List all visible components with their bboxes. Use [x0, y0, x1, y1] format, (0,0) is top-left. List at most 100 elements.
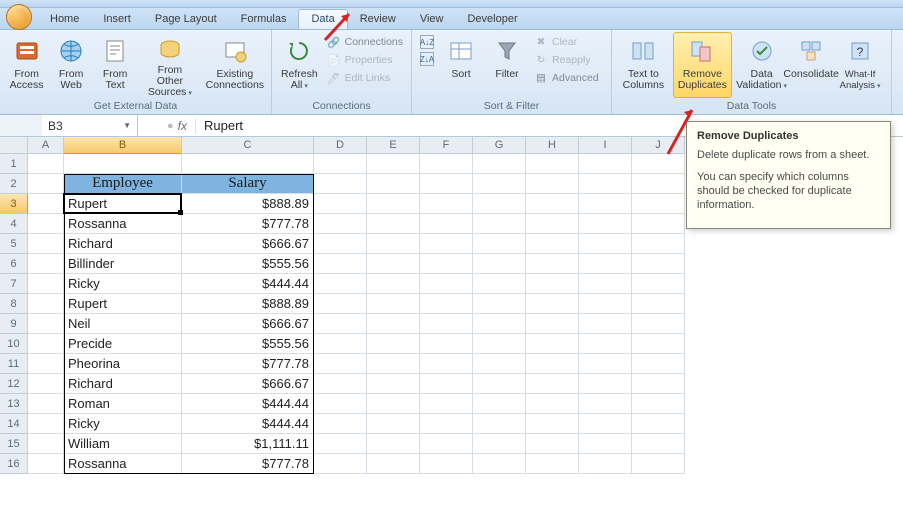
cell-G11[interactable] — [473, 354, 526, 374]
cell-H3[interactable] — [526, 194, 579, 214]
cell-B7[interactable]: Ricky — [64, 274, 182, 294]
cell-A1[interactable] — [28, 154, 64, 174]
cell-H16[interactable] — [526, 454, 579, 474]
cell-C2[interactable]: Salary — [182, 174, 314, 194]
row-header-13[interactable]: 13 — [0, 394, 28, 414]
row-header-10[interactable]: 10 — [0, 334, 28, 354]
cell-A12[interactable] — [28, 374, 64, 394]
cell-H12[interactable] — [526, 374, 579, 394]
cell-A16[interactable] — [28, 454, 64, 474]
cell-E14[interactable] — [367, 414, 420, 434]
cell-E10[interactable] — [367, 334, 420, 354]
cell-A13[interactable] — [28, 394, 64, 414]
cell-E13[interactable] — [367, 394, 420, 414]
row-header-14[interactable]: 14 — [0, 414, 28, 434]
cell-D6[interactable] — [314, 254, 367, 274]
cell-D11[interactable] — [314, 354, 367, 374]
cell-J2[interactable] — [632, 174, 685, 194]
cell-F11[interactable] — [420, 354, 473, 374]
cell-I4[interactable] — [579, 214, 632, 234]
cell-A11[interactable] — [28, 354, 64, 374]
cell-J3[interactable] — [632, 194, 685, 214]
cell-E1[interactable] — [367, 154, 420, 174]
cell-I5[interactable] — [579, 234, 632, 254]
data-validation-button[interactable]: Data Validation — [736, 32, 787, 98]
tab-formulas[interactable]: Formulas — [229, 9, 299, 29]
select-all-corner[interactable] — [0, 137, 28, 154]
column-header-D[interactable]: D — [314, 137, 367, 154]
cell-E11[interactable] — [367, 354, 420, 374]
existing-connections-button[interactable]: Existing Connections — [205, 32, 265, 98]
cell-G15[interactable] — [473, 434, 526, 454]
column-header-E[interactable]: E — [367, 137, 420, 154]
cell-F9[interactable] — [420, 314, 473, 334]
row-header-16[interactable]: 16 — [0, 454, 28, 474]
cell-I9[interactable] — [579, 314, 632, 334]
cell-J5[interactable] — [632, 234, 685, 254]
cell-C5[interactable]: $666.67 — [182, 234, 314, 254]
cell-H9[interactable] — [526, 314, 579, 334]
cell-D12[interactable] — [314, 374, 367, 394]
cell-J1[interactable] — [632, 154, 685, 174]
cell-A5[interactable] — [28, 234, 64, 254]
cell-H15[interactable] — [526, 434, 579, 454]
cell-H7[interactable] — [526, 274, 579, 294]
cell-I3[interactable] — [579, 194, 632, 214]
cell-G10[interactable] — [473, 334, 526, 354]
column-header-C[interactable]: C — [182, 137, 314, 154]
sort-button[interactable]: Sort — [440, 32, 482, 98]
from-text-button[interactable]: From Text — [95, 32, 135, 98]
cell-C7[interactable]: $444.44 — [182, 274, 314, 294]
cell-G12[interactable] — [473, 374, 526, 394]
cell-E15[interactable] — [367, 434, 420, 454]
cell-F10[interactable] — [420, 334, 473, 354]
cell-B8[interactable]: Rupert — [64, 294, 182, 314]
from-access-button[interactable]: From Access — [6, 32, 47, 98]
column-header-B[interactable]: B — [64, 137, 182, 154]
cell-I2[interactable] — [579, 174, 632, 194]
cell-B14[interactable]: Ricky — [64, 414, 182, 434]
row-header-2[interactable]: 2 — [0, 174, 28, 194]
cell-I15[interactable] — [579, 434, 632, 454]
from-web-button[interactable]: From Web — [51, 32, 91, 98]
cell-J15[interactable] — [632, 434, 685, 454]
cell-C16[interactable]: $777.78 — [182, 454, 314, 474]
column-header-J[interactable]: J — [632, 137, 685, 154]
cell-I13[interactable] — [579, 394, 632, 414]
text-to-columns-button[interactable]: Text to Columns — [618, 32, 669, 98]
advanced-button[interactable]: ▤Advanced — [532, 70, 601, 86]
row-header-5[interactable]: 5 — [0, 234, 28, 254]
cell-C11[interactable]: $777.78 — [182, 354, 314, 374]
cell-F8[interactable] — [420, 294, 473, 314]
cell-E7[interactable] — [367, 274, 420, 294]
cell-G9[interactable] — [473, 314, 526, 334]
row-header-6[interactable]: 6 — [0, 254, 28, 274]
cell-E3[interactable] — [367, 194, 420, 214]
cell-D8[interactable] — [314, 294, 367, 314]
cell-G6[interactable] — [473, 254, 526, 274]
whatif-button[interactable]: ? What-If Analysis — [835, 32, 885, 98]
cell-H5[interactable] — [526, 234, 579, 254]
cell-H10[interactable] — [526, 334, 579, 354]
cell-J10[interactable] — [632, 334, 685, 354]
cell-C6[interactable]: $555.56 — [182, 254, 314, 274]
cell-D15[interactable] — [314, 434, 367, 454]
cell-E6[interactable] — [367, 254, 420, 274]
cell-A3[interactable] — [28, 194, 64, 214]
cell-I14[interactable] — [579, 414, 632, 434]
filter-button[interactable]: Filter — [486, 32, 528, 98]
tab-developer[interactable]: Developer — [455, 9, 529, 29]
column-header-A[interactable]: A — [28, 137, 64, 154]
cell-J7[interactable] — [632, 274, 685, 294]
cell-A15[interactable] — [28, 434, 64, 454]
cell-G1[interactable] — [473, 154, 526, 174]
cell-A6[interactable] — [28, 254, 64, 274]
cell-G5[interactable] — [473, 234, 526, 254]
cell-B10[interactable]: Precide — [64, 334, 182, 354]
tab-view[interactable]: View — [408, 9, 456, 29]
cell-C3[interactable]: $888.89 — [182, 194, 314, 214]
cell-D1[interactable] — [314, 154, 367, 174]
cell-D2[interactable] — [314, 174, 367, 194]
cell-J9[interactable] — [632, 314, 685, 334]
cell-G8[interactable] — [473, 294, 526, 314]
